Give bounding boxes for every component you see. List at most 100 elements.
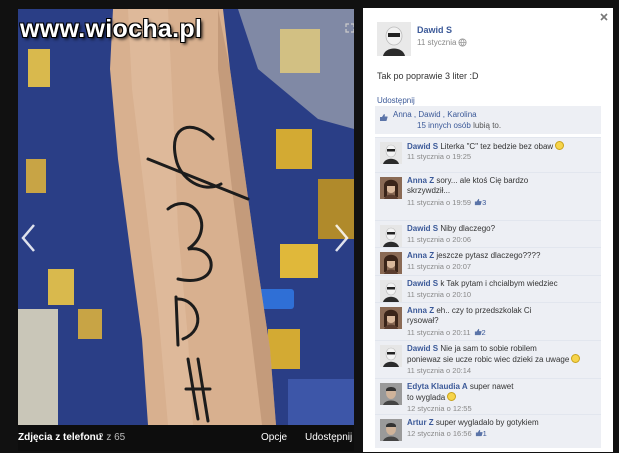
- comment-line: Dawid S Literka "C" tez bedzie bez obaw: [407, 141, 599, 151]
- comment-author[interactable]: Dawid S: [407, 279, 438, 288]
- comment-text: super wygladalo by gotykiem: [433, 418, 539, 427]
- comment-line: Anna Z eh.. czy to przedszkolak Ci: [407, 306, 599, 315]
- avatar[interactable]: [380, 252, 402, 274]
- photo-counter: 2 z 65: [98, 432, 126, 443]
- comment-line: Dawid S Niby dlaczego?: [407, 224, 599, 233]
- chevron-left-icon[interactable]: [20, 223, 38, 253]
- avatar[interactable]: [380, 280, 402, 302]
- avatar[interactable]: [380, 345, 402, 367]
- comment-text-continued: poniewaz sie ucze robic wiec dzieki za u…: [407, 354, 581, 364]
- likers-more-link[interactable]: 15 innych osób: [417, 121, 471, 130]
- comment-author[interactable]: Dawid S: [407, 344, 438, 353]
- comment-line: Anna Z sory... ale ktoś Cię bardzo: [407, 176, 599, 185]
- comment-time[interactable]: 11 stycznia o 19:25: [407, 152, 471, 161]
- comment-line: Dawid S Nie ja sam to sobie robilem: [407, 344, 599, 353]
- comment: Dawid S k Tak pytam i chcialbym wiedziec…: [375, 275, 601, 302]
- likers-more: 15 innych osób lubią to.: [417, 121, 501, 130]
- thumb-up-icon: [380, 114, 388, 121]
- comment-text-continued: to wyglada: [407, 392, 457, 402]
- comment-time[interactable]: 12 stycznia o 12:55: [407, 404, 472, 413]
- avatar[interactable]: [380, 383, 402, 405]
- comment-time[interactable]: 11 stycznia o 20:07: [407, 262, 471, 271]
- comment: Anna Z jeszcze pytasz dlaczego???? 11 sty…: [375, 247, 601, 275]
- smiley-icon: [447, 392, 457, 401]
- comment-meta: 11 stycznia o 20:06: [407, 235, 471, 244]
- comment-time[interactable]: 11 stycznia o 20:14: [407, 366, 471, 375]
- comment-meta: 11 stycznia o 20:07: [407, 262, 471, 271]
- comment-text: jeszcze pytasz dlaczego????: [434, 251, 541, 260]
- photo-stage: www.wiocha.pl Zdjęcia z telefonu 2 z 65 …: [18, 9, 354, 451]
- chevron-right-icon[interactable]: [332, 223, 350, 253]
- comment-line: Edyta Klaudia A super nawet: [407, 382, 599, 391]
- comment: Anna Z eh.. czy to przedszkolak Ci rysowa…: [375, 302, 601, 340]
- comment-like-count[interactable]: 3: [482, 198, 486, 207]
- comment-time[interactable]: 12 stycznia o 16:56: [407, 429, 472, 438]
- comment-time[interactable]: 11 stycznia o 20:11: [407, 328, 471, 337]
- comment-text: eh.. czy to przedszkolak Ci: [434, 306, 532, 315]
- comment-like-count[interactable]: 1: [483, 429, 487, 438]
- side-panel: Dawid S 11 stycznia Tak po poprawie 3 li…: [363, 8, 613, 452]
- post-date[interactable]: 11 stycznia: [417, 38, 456, 47]
- comment-text-continued: rysował?: [407, 316, 439, 325]
- comment-meta: 11 stycznia o 19:25: [407, 152, 471, 161]
- comment-text-continued: skrzywdził...: [407, 186, 451, 195]
- thumb-up-icon[interactable]: [474, 198, 482, 206]
- comment: Dawid S Nie ja sam to sobie robilem ponie…: [375, 340, 601, 378]
- comment-time[interactable]: 11 stycznia o 20:10: [407, 290, 471, 299]
- comment-time[interactable]: 11 stycznia o 20:06: [407, 235, 471, 244]
- comment-meta: 11 stycznia o 19:59 3: [407, 198, 486, 207]
- watermark: www.wiocha.pl: [20, 15, 203, 43]
- avatar[interactable]: [380, 419, 402, 441]
- likers-names[interactable]: Anna , Dawid , Karolina: [393, 110, 477, 119]
- comment-author[interactable]: Anna Z: [407, 306, 434, 315]
- owner-name[interactable]: Dawid S: [417, 25, 452, 35]
- comment-text: Niby dlaczego?: [438, 224, 496, 233]
- comment-line: Anna Z jeszcze pytasz dlaczego????: [407, 251, 599, 260]
- thumb-up-icon[interactable]: [474, 328, 482, 336]
- comment-time[interactable]: 11 stycznia o 19:59: [407, 198, 471, 207]
- comment-meta: 11 stycznia o 20:10: [407, 290, 471, 299]
- album-link[interactable]: Zdjęcia z telefonu: [18, 425, 102, 451]
- thumb-up-icon[interactable]: [475, 429, 483, 437]
- post-caption: Tak po poprawie 3 liter :D: [377, 71, 479, 81]
- avatar[interactable]: [380, 142, 402, 164]
- photo-footer: Zdjęcia z telefonu 2 z 65 Opcje Udostępn…: [18, 425, 354, 451]
- avatar[interactable]: [380, 225, 402, 247]
- comment-text: super nawet: [467, 382, 514, 391]
- smiley-icon: [555, 141, 565, 150]
- comment-meta: 12 stycznia o 12:55: [407, 404, 472, 413]
- likers-more-text: lubią to.: [473, 121, 502, 130]
- avatar[interactable]: [377, 22, 411, 56]
- comment-author[interactable]: Artur Z: [407, 418, 434, 427]
- comment: Dawid S Literka "C" tez bedzie bez obaw 1…: [375, 137, 601, 172]
- comment: Anna Z sory... ale ktoś Cię bardzo skrzyw…: [375, 172, 601, 220]
- comment: Artur Z super wygladalo by gotykiem 12 st…: [375, 414, 601, 448]
- comment: Edyta Klaudia A super nawet to wyglada 12 …: [375, 378, 601, 414]
- photo[interactable]: [18, 9, 354, 425]
- comment-meta: 11 stycznia o 20:14: [407, 366, 471, 375]
- close-icon[interactable]: [598, 10, 610, 24]
- globe-icon: [458, 38, 467, 47]
- likes-summary: Anna , Dawid , Karolina 15 innych osób l…: [375, 106, 601, 134]
- comment-author[interactable]: Anna Z: [407, 176, 434, 185]
- comment-text: sory... ale ktoś Cię bardzo: [434, 176, 529, 185]
- avatar[interactable]: [380, 177, 402, 199]
- comment-author[interactable]: Dawid S: [407, 142, 438, 151]
- comment: Dawid S Niby dlaczego? 11 stycznia o 20:0…: [375, 220, 601, 247]
- comment-meta: 11 stycznia o 20:11 2: [407, 328, 486, 337]
- comment-text: Nie ja sam to sobie robilem: [438, 344, 537, 353]
- options-button[interactable]: Opcje: [261, 425, 287, 451]
- share-button[interactable]: Udostępnij: [305, 425, 352, 451]
- comment-author[interactable]: Anna Z: [407, 251, 434, 260]
- avatar[interactable]: [380, 307, 402, 329]
- comment-like-count[interactable]: 2: [482, 328, 486, 337]
- comment-text: Literka "C" tez bedzie bez obaw: [438, 142, 554, 151]
- comment-list: Dawid S Literka "C" tez bedzie bez obaw 1…: [375, 134, 601, 452]
- comment-meta: 12 stycznia o 16:56 1: [407, 429, 487, 438]
- photo-viewer: www.wiocha.pl Zdjęcia z telefonu 2 z 65 …: [0, 0, 619, 453]
- smiley-icon: [571, 354, 581, 363]
- expand-icon[interactable]: [345, 23, 354, 33]
- comment-author[interactable]: Edyta Klaudia A: [407, 382, 468, 391]
- comment-author[interactable]: Dawid S: [407, 224, 438, 233]
- share-link[interactable]: Udostępnij: [377, 96, 415, 105]
